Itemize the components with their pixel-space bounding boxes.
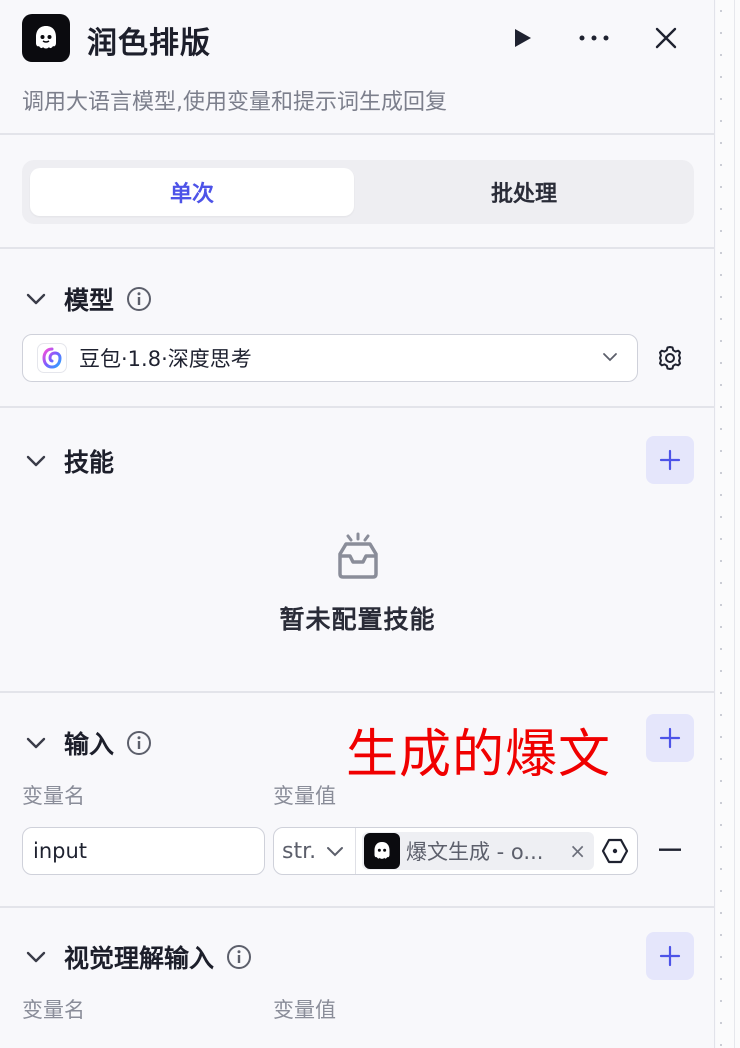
gear-icon — [659, 346, 681, 370]
vision-input-section-header: 视觉理解输入 — [22, 939, 252, 975]
divider — [0, 247, 715, 249]
divider — [0, 406, 715, 408]
chevron-down-icon — [327, 847, 343, 857]
model-section-header: 模型 — [22, 281, 152, 317]
node-description: 调用大语言模型,使用变量和提示词生成回复 — [22, 90, 447, 115]
add-skill-button[interactable] — [646, 436, 694, 484]
info-icon[interactable] — [126, 730, 152, 756]
annotation-overlay: 生成的爆文 — [346, 725, 612, 785]
column-label-value: 变量值 — [273, 784, 336, 808]
remove-reference-icon[interactable]: × — [569, 839, 586, 863]
plus-icon — [659, 449, 681, 471]
collapse-toggle[interactable] — [22, 285, 50, 313]
chevron-down-icon — [603, 353, 617, 362]
section-title: 视觉理解输入 — [64, 944, 215, 973]
column-label-name: 变量名 — [22, 784, 85, 808]
divider — [0, 906, 715, 908]
plus-icon — [659, 727, 681, 749]
collapse-toggle[interactable] — [22, 447, 50, 475]
minus-icon — [659, 848, 681, 851]
divider — [0, 133, 715, 135]
tab-batch[interactable]: 批处理 — [362, 168, 686, 216]
variable-value-field: str. 爆文生成 - o... × — [273, 827, 638, 875]
chevron-down-icon — [26, 293, 46, 305]
variable-hexagon-icon — [601, 838, 629, 864]
remove-input-button[interactable] — [654, 834, 686, 866]
variable-picker-button[interactable] — [600, 836, 630, 866]
chevron-down-icon — [26, 455, 46, 467]
close-icon — [655, 27, 677, 49]
tab-single[interactable]: 单次 — [30, 168, 354, 216]
input-section-header: 输入 — [22, 725, 152, 761]
section-title: 模型 — [64, 286, 115, 315]
add-vision-input-button[interactable] — [646, 932, 694, 980]
doubao-model-icon — [37, 343, 67, 373]
type-label: str. — [282, 838, 317, 864]
plus-icon — [659, 945, 681, 967]
empty-inbox-icon — [338, 532, 378, 579]
info-icon[interactable] — [126, 286, 152, 312]
add-input-button[interactable] — [646, 714, 694, 762]
model-select[interactable]: 豆包·1.8·深度思考 — [22, 334, 638, 382]
node-title[interactable]: 润色排版 — [87, 18, 211, 62]
info-icon[interactable] — [226, 944, 252, 970]
ghost-logo-icon — [364, 833, 400, 869]
close-button[interactable] — [646, 18, 686, 58]
play-icon — [515, 29, 531, 47]
reference-label: 爆文生成 - o... — [406, 840, 544, 864]
collapse-toggle[interactable] — [22, 729, 50, 757]
model-settings-button[interactable] — [652, 340, 688, 376]
skills-section-header: 技能 — [22, 443, 114, 479]
model-name: 豆包·1.8·深度思考 — [79, 347, 252, 371]
column-label-name: 变量名 — [22, 998, 85, 1022]
column-label-value: 变量值 — [273, 998, 336, 1022]
chevron-down-icon — [26, 737, 46, 749]
divider — [0, 691, 715, 693]
variable-reference-tag[interactable]: 爆文生成 - o... × — [362, 832, 594, 870]
variable-name-input[interactable]: input — [22, 827, 265, 875]
skills-empty-text: 暂未配置技能 — [279, 605, 436, 634]
canvas-grid-dots — [720, 0, 722, 1048]
more-button[interactable] — [574, 18, 614, 58]
more-icon — [579, 35, 609, 41]
run-mode-tabs: 单次 批处理 — [22, 160, 694, 224]
node-config-panel: 润色排版 调用大语言模型,使用变量和提示词生成回复 单次 批处理 模型 豆包·1… — [0, 0, 715, 1048]
ghost-logo-icon — [22, 14, 70, 62]
variable-type-select[interactable]: str. — [274, 828, 356, 874]
section-title: 技能 — [64, 448, 115, 477]
chevron-down-icon — [26, 951, 46, 963]
canvas-border — [734, 0, 735, 1048]
collapse-toggle[interactable] — [22, 943, 50, 971]
run-button[interactable] — [502, 18, 542, 58]
section-title: 输入 — [64, 730, 115, 759]
